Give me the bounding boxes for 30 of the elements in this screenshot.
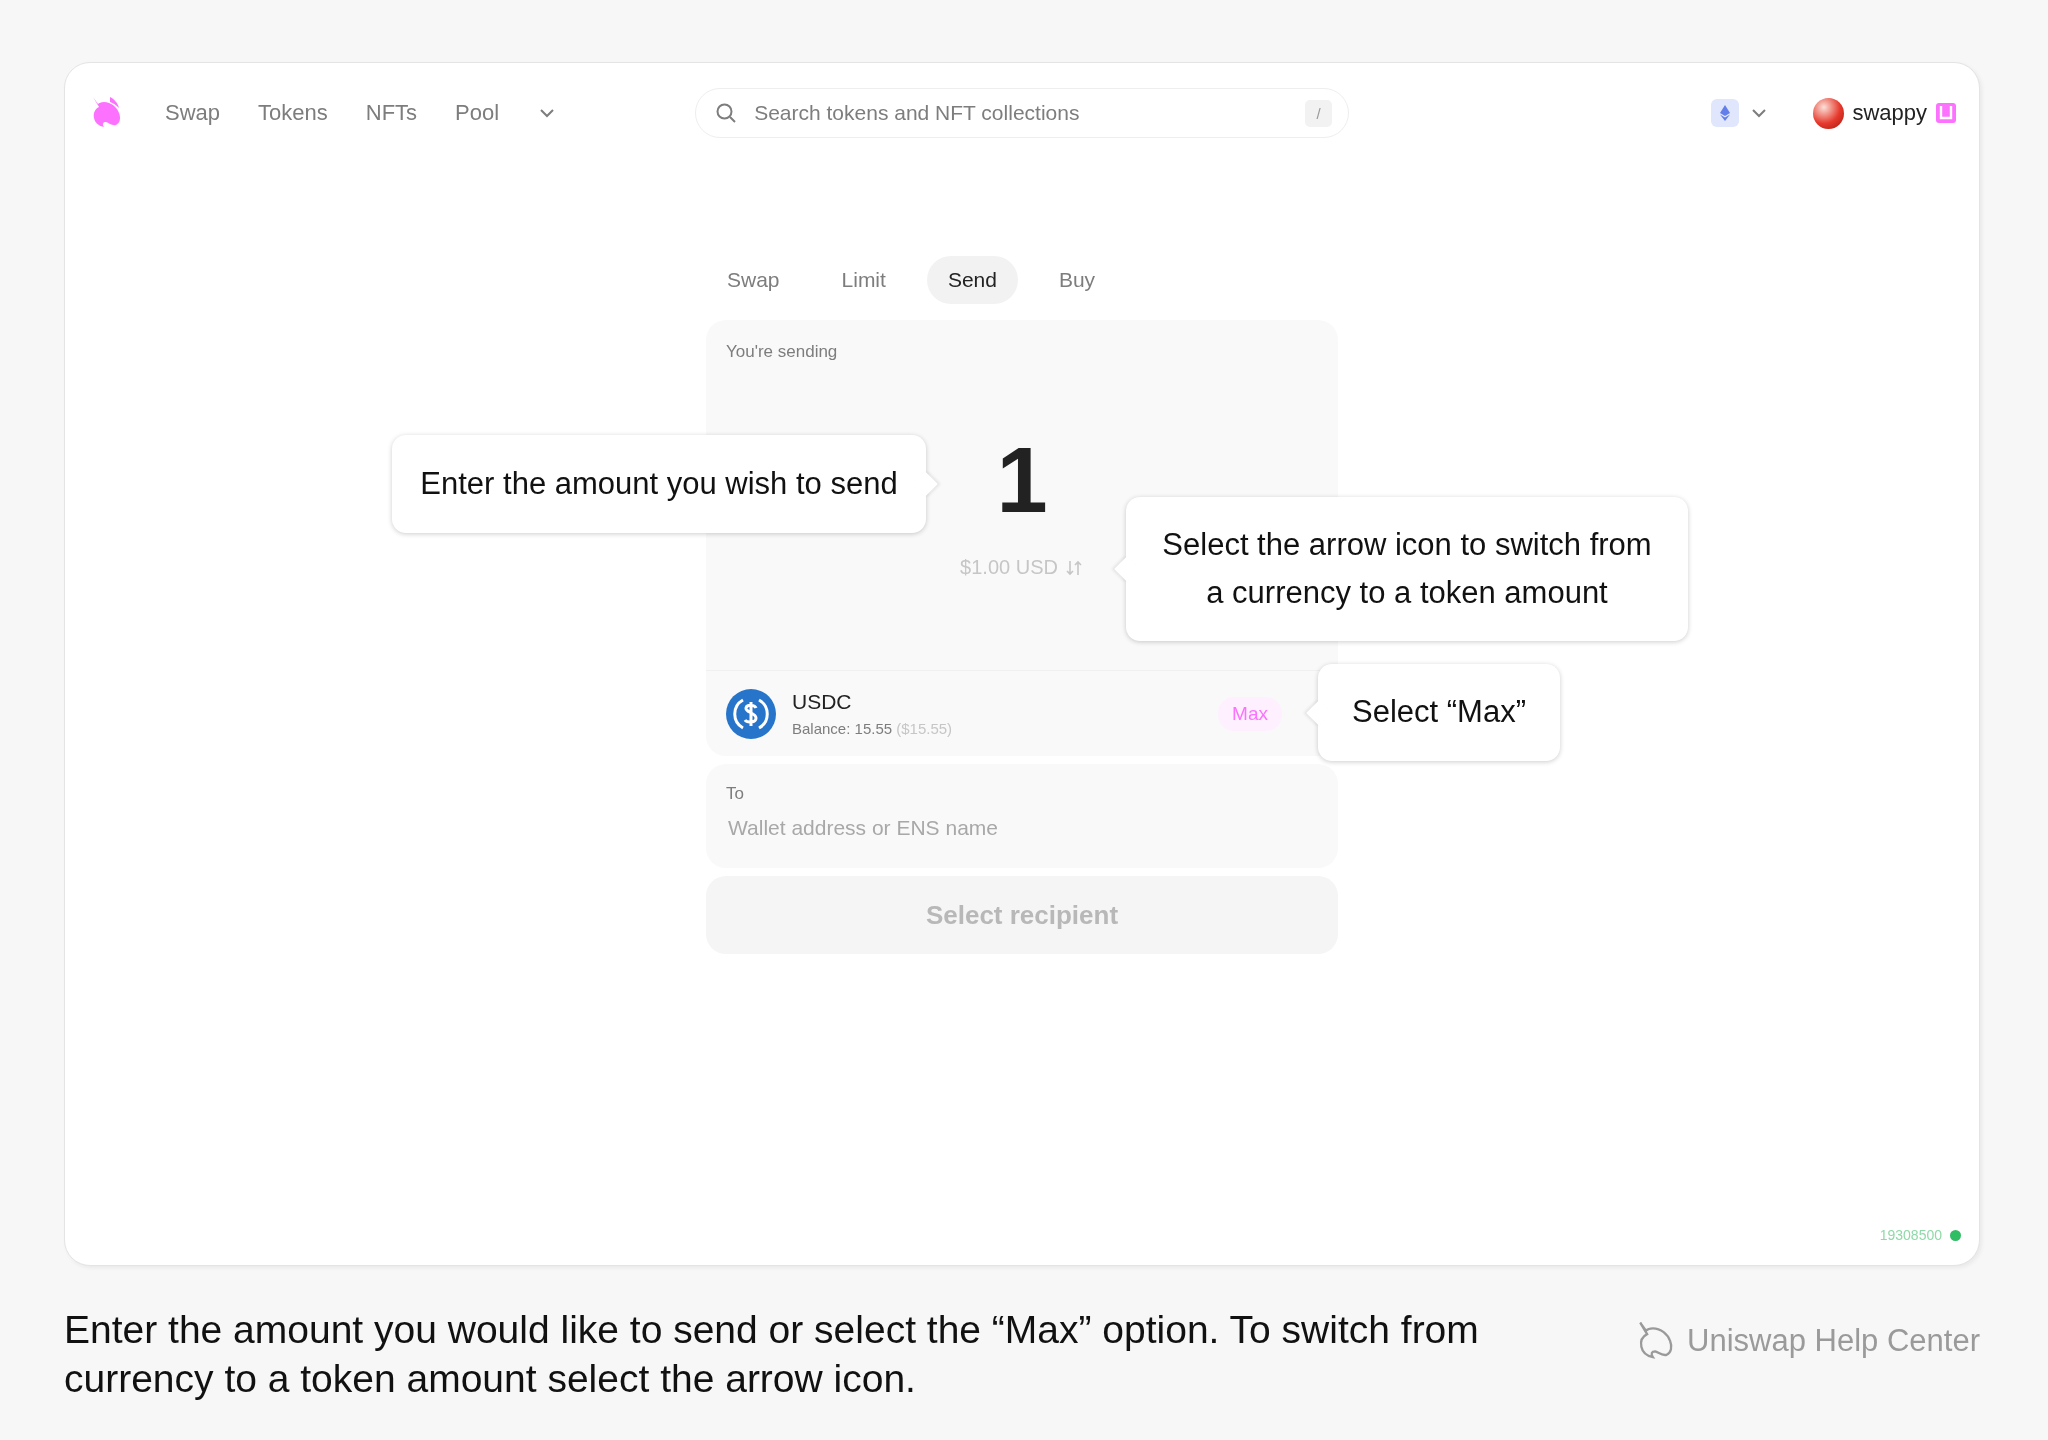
search-bar[interactable]: Search tokens and NFT collections / bbox=[695, 88, 1350, 138]
amount-input[interactable]: 1 bbox=[996, 434, 1048, 526]
callout-text: Select the arrow icon to switch from a currency to a token amount bbox=[1161, 525, 1653, 612]
avatar-icon bbox=[1813, 97, 1845, 129]
status-dot bbox=[1950, 1229, 1961, 1241]
nav-link[interactable]: Swap bbox=[165, 100, 221, 126]
token-balance: Balance: 15.55 bbox=[792, 720, 893, 737]
tab[interactable]: Limit bbox=[820, 256, 907, 304]
caption: Enter the amount you would like to send or select the “Max” option. To switch from currency to a token amount select the arrow icon. bbox=[64, 1307, 1480, 1402]
panel-label: You're sending bbox=[726, 342, 838, 362]
nav-link[interactable]: Tokens bbox=[258, 100, 328, 126]
shortcut-key: / bbox=[1305, 99, 1333, 127]
token-name: USDC bbox=[792, 690, 853, 714]
address-field[interactable]: Wallet address or ENS name bbox=[726, 816, 1318, 840]
nav-link[interactable]: NFTs bbox=[365, 100, 418, 126]
ethereum-icon bbox=[1711, 99, 1740, 127]
nav-link[interactable]: Pool bbox=[455, 100, 500, 126]
search-field[interactable]: Search tokens and NFT collections bbox=[752, 90, 1292, 136]
usdc-coin-icon bbox=[726, 688, 776, 739]
tab[interactable]: Swap bbox=[706, 256, 801, 304]
tab[interactable]: Buy bbox=[1037, 256, 1117, 304]
brand-name: Uniswap Help Center bbox=[1687, 1323, 1980, 1359]
max-button[interactable]: Max bbox=[1218, 696, 1282, 731]
badge-icon bbox=[1935, 102, 1957, 124]
tab[interactable]: Send bbox=[926, 256, 1018, 304]
field-label: To bbox=[726, 784, 744, 804]
callout-text: Select “Max” bbox=[1352, 693, 1526, 732]
block-number: 19308500 bbox=[1879, 1227, 1942, 1243]
callout-text: Enter the amount you wish to send bbox=[420, 464, 898, 503]
account-button[interactable]: swappy bbox=[1813, 97, 1957, 129]
